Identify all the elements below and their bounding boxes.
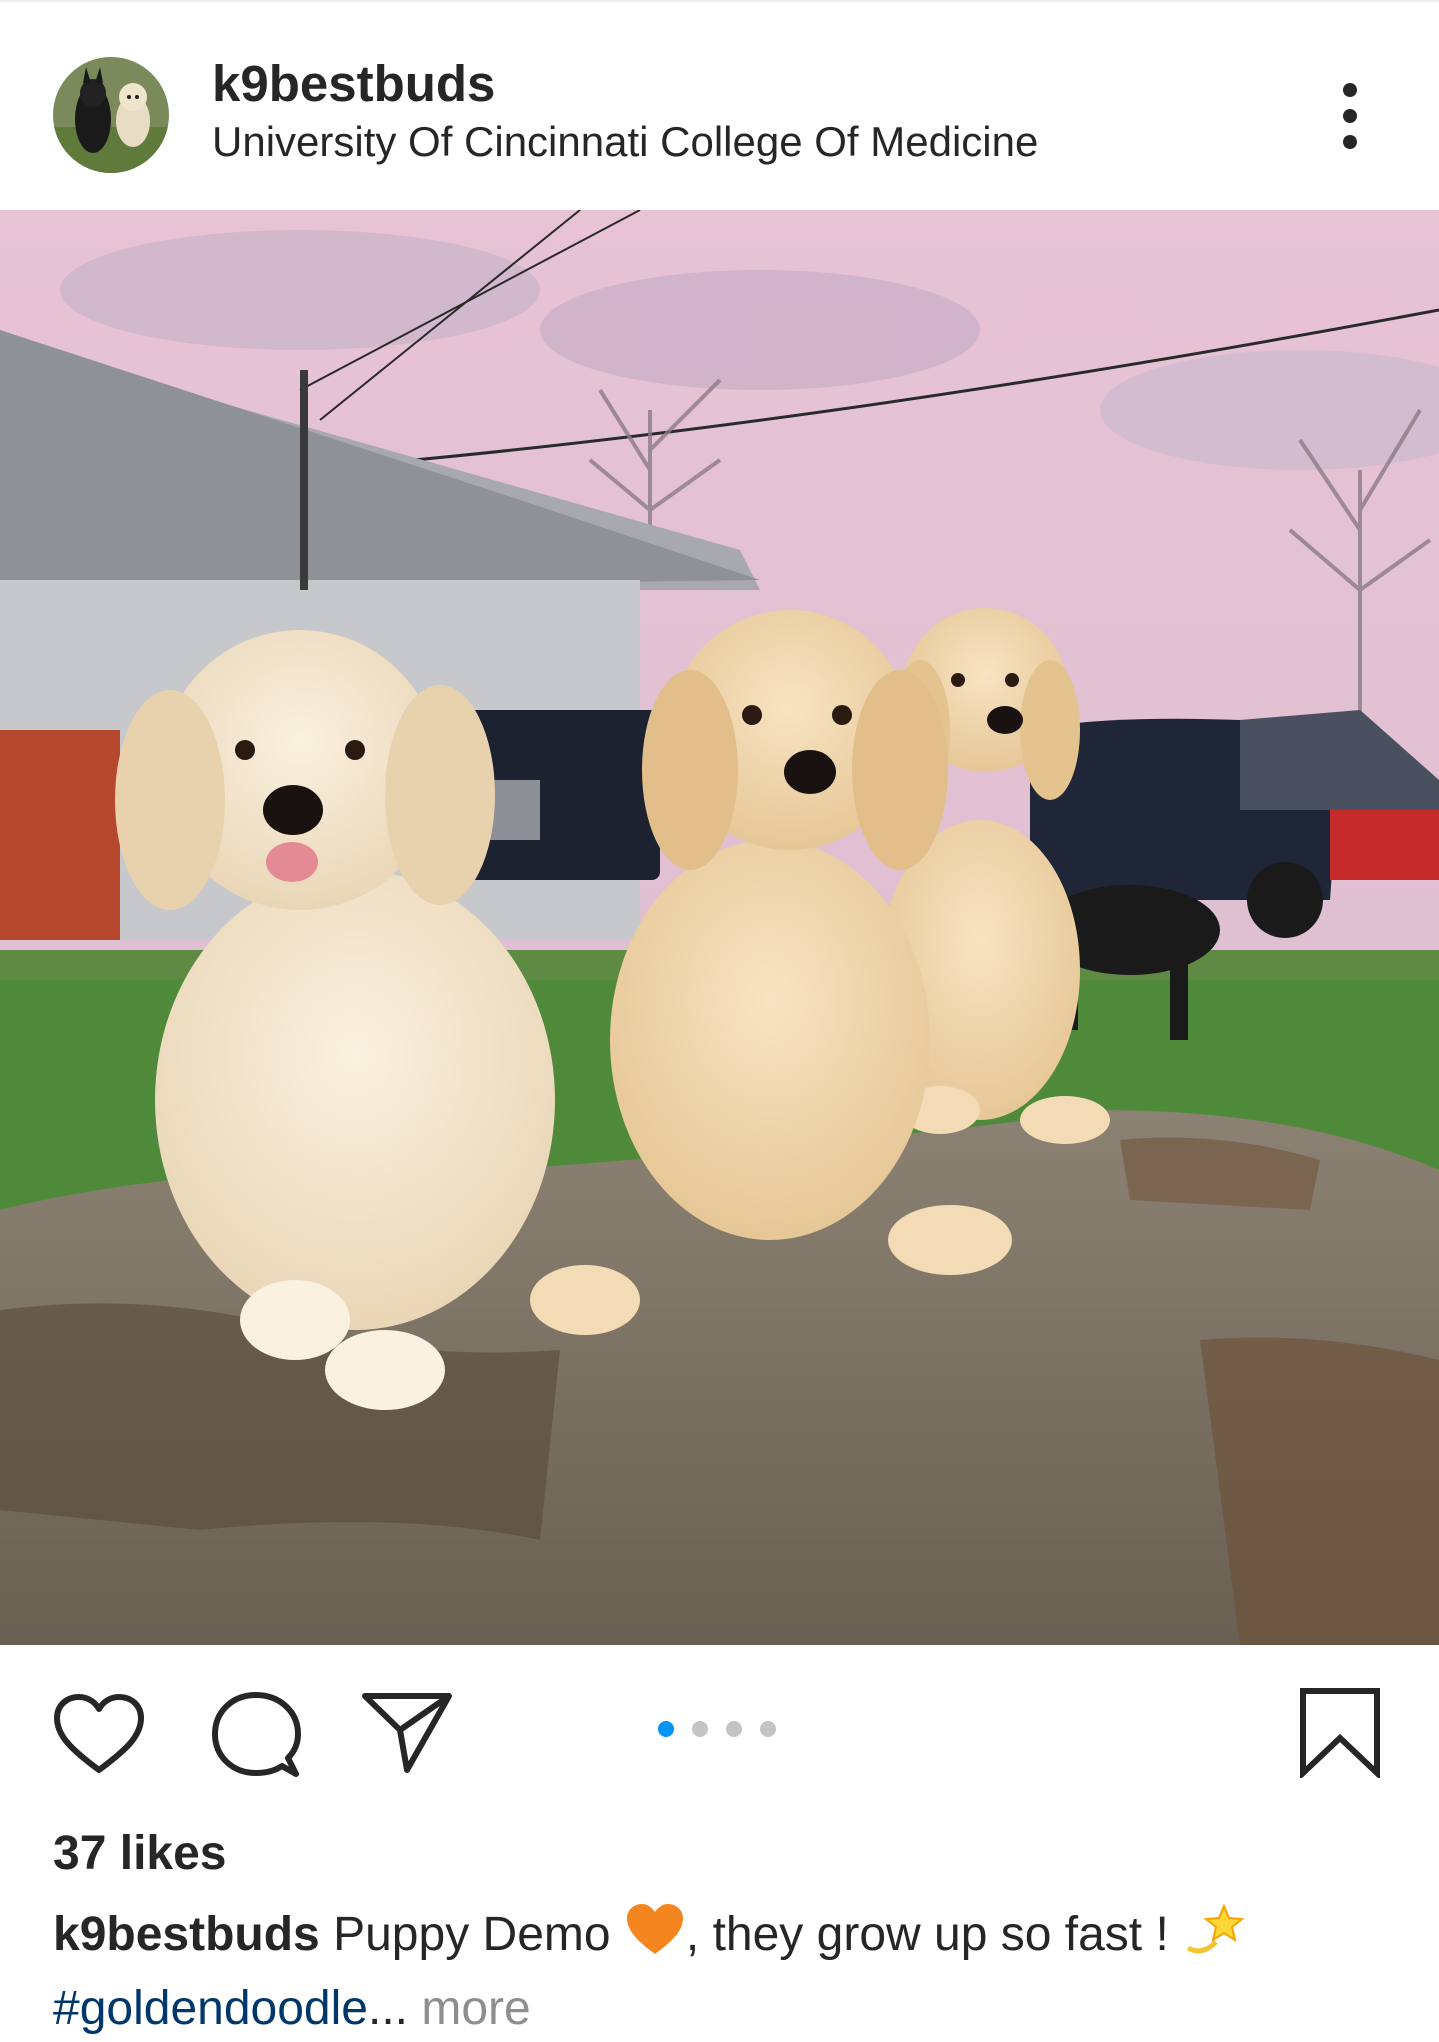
save-button[interactable] bbox=[1298, 1686, 1382, 1780]
carousel-dot bbox=[760, 1721, 776, 1737]
bookmark-outline-icon bbox=[1300, 1688, 1380, 1780]
location[interactable]: University Of Cincinnati College Of Medi… bbox=[212, 116, 1038, 168]
like-button[interactable] bbox=[52, 1692, 146, 1776]
hashtag-link[interactable]: #goldendoodle bbox=[53, 1982, 368, 2035]
username[interactable]: k9bestbuds bbox=[212, 54, 495, 114]
more-options-button[interactable] bbox=[1322, 78, 1378, 154]
likes-count[interactable]: 37 likes bbox=[53, 1826, 226, 1882]
paper-plane-icon bbox=[362, 1693, 452, 1773]
post-photo[interactable] bbox=[0, 210, 1439, 1645]
carousel-indicator bbox=[656, 1718, 786, 1740]
three-dots-vertical-icon bbox=[1343, 83, 1357, 149]
carousel-dot bbox=[692, 1721, 708, 1737]
carousel-dot bbox=[658, 1721, 674, 1737]
heart-outline-icon bbox=[54, 1694, 144, 1773]
caption-text: Puppy Demo bbox=[333, 1908, 624, 1961]
caption-username[interactable]: k9bestbuds bbox=[53, 1908, 320, 1961]
share-button[interactable] bbox=[360, 1690, 454, 1776]
dizzy-star-emoji bbox=[1182, 1902, 1246, 1976]
avatar[interactable] bbox=[53, 57, 169, 173]
caption-ellipsis: ... bbox=[367, 1982, 408, 2035]
caption-more-link[interactable]: more bbox=[408, 1982, 530, 2035]
comment-button[interactable] bbox=[210, 1690, 302, 1780]
carousel-dot bbox=[726, 1721, 742, 1737]
caption: k9bestbuds Puppy Demo , they grow up so … bbox=[53, 1902, 1413, 2042]
post-header: k9bestbuds University Of Cincinnati Coll… bbox=[0, 2, 1439, 210]
orange-heart-emoji bbox=[624, 1902, 686, 1976]
speech-bubble-icon bbox=[212, 1692, 301, 1777]
caption-text: , they grow up so fast ! bbox=[685, 1908, 1183, 1961]
